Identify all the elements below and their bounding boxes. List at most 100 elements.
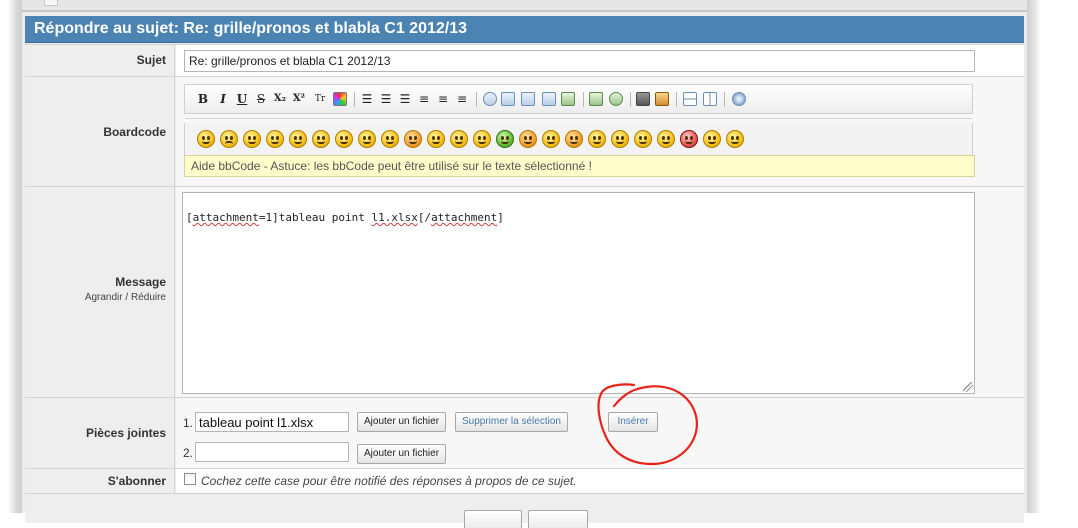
message-label-cell: Message Agrandir / Réduire [25, 187, 175, 397]
smiley-eek-icon[interactable] [611, 130, 629, 148]
align-center-icon[interactable]: ≡ [436, 91, 450, 107]
smiley-surprised-icon[interactable] [404, 130, 422, 148]
smiley-angry-icon[interactable] [358, 130, 376, 148]
align-right-icon[interactable]: ≡ [455, 91, 469, 107]
message-text-part: l1.xlsx [371, 211, 418, 224]
message-text-part: [ [186, 211, 193, 224]
toolbar-separator [630, 92, 631, 107]
bold-button[interactable]: B [197, 91, 209, 107]
message-text-part: =1]tableau point [258, 211, 372, 224]
subject-cell [176, 45, 1024, 76]
image-icon[interactable] [542, 92, 556, 106]
subscribe-label: S'abonner [107, 474, 166, 488]
align-left-icon[interactable]: ≡ [417, 91, 431, 107]
hyperlink-icon[interactable] [589, 92, 603, 106]
bbcode-help: Aide bbCode - Astuce: les bbCode peut êt… [184, 155, 975, 177]
smiley-rolleyes-icon[interactable] [450, 130, 468, 148]
shrink-link[interactable]: Réduire [131, 292, 166, 303]
attachment-index: 1. [183, 416, 194, 430]
color-icon[interactable] [333, 92, 347, 106]
smiley-happy-icon[interactable] [289, 130, 307, 148]
message-textarea[interactable]: [attachment=1]tableau point l1.xlsx[/att… [182, 192, 975, 394]
smiley-hmm-icon[interactable] [634, 130, 652, 148]
reply-form: Répondre au sujet: Re: grille/pronos et … [22, 0, 1027, 528]
list-icon[interactable]: ☰ [398, 91, 412, 107]
top-strip [22, 0, 1027, 12]
flash-icon[interactable] [655, 92, 669, 106]
video-icon[interactable] [636, 92, 650, 106]
message-text-part: [/ [417, 211, 432, 224]
globe-icon[interactable] [609, 92, 623, 106]
toolbar-separator [676, 92, 677, 107]
boardcode-label: Boardcode [103, 125, 166, 139]
bbcode-toolbar: B I U S X₂ X² Tr ☰ ☰ ☰ ≡ ≡ ≡ [184, 84, 973, 119]
message-row: Message Agrandir / Réduire [attachment=1… [25, 186, 1024, 397]
smiley-dizzy-icon[interactable] [542, 130, 560, 148]
smiley-tongue-icon[interactable] [335, 130, 353, 148]
subscribe-label-cell: S'abonner [25, 469, 175, 493]
subject-label: Sujet [136, 53, 166, 67]
smiley-sad-icon[interactable] [220, 130, 238, 148]
smiley-blush-icon[interactable] [565, 130, 583, 148]
remove-selection-button[interactable]: Supprimer la sélection [455, 412, 568, 432]
resize-handle-icon[interactable] [963, 382, 973, 392]
quote-icon[interactable] [483, 92, 497, 106]
help-icon[interactable] [732, 92, 746, 106]
smiley-devil-icon[interactable] [680, 130, 698, 148]
list-number-icon[interactable]: ☰ [379, 91, 393, 107]
annotation-stroke [597, 383, 698, 466]
message-text-part: ] [497, 211, 504, 224]
smiley-laugh-icon[interactable] [473, 130, 491, 148]
smiley-wink-icon[interactable] [312, 130, 330, 148]
message-text-part: attachment [431, 211, 498, 224]
smiley-grin-icon[interactable] [266, 130, 284, 148]
code-icon[interactable] [501, 92, 515, 106]
table-icon[interactable] [521, 92, 535, 106]
attachments-label-cell: Pièces jointes [25, 398, 175, 468]
form-title: Répondre au sujet: Re: grille/pronos et … [25, 16, 1024, 43]
smiley-mad-icon[interactable] [726, 130, 744, 148]
annotation-circle-icon [597, 383, 698, 466]
smiley-sick-icon[interactable] [496, 130, 514, 148]
superscript-button[interactable]: X² [292, 91, 306, 107]
smiley-smile-icon[interactable] [243, 130, 261, 148]
smiley-neutral-icon[interactable] [427, 130, 445, 148]
top-knob [44, 0, 58, 6]
message-label: Message [115, 275, 166, 289]
user-icon[interactable] [561, 92, 575, 106]
strike-button[interactable]: S [255, 91, 267, 107]
smiley-cool-icon[interactable] [197, 130, 215, 148]
grow-link[interactable]: Agrandir [85, 292, 123, 303]
message-text-part: attachment [192, 211, 259, 224]
subscribe-checkbox[interactable] [184, 473, 196, 485]
smiley-cry-icon[interactable] [657, 130, 675, 148]
toolbar-separator [354, 92, 355, 107]
message-cell: [attachment=1]tableau point l1.xlsx[/att… [176, 187, 1024, 397]
subscribe-cell: Cochez cette case pour être notifié des … [176, 469, 1024, 493]
smiley-embarrassed-icon[interactable] [519, 130, 537, 148]
smiley-bar [184, 123, 973, 155]
submit-row [25, 493, 1024, 528]
underline-button[interactable]: U [236, 91, 248, 107]
layout-split-v-icon[interactable] [703, 92, 717, 106]
smiley-shocked-icon[interactable] [588, 130, 606, 148]
page-shadow-left [8, 0, 22, 513]
toolbar-separator [583, 92, 584, 107]
attachment-index: 2. [183, 446, 194, 460]
subject-row: Sujet [25, 44, 1024, 76]
subject-input[interactable] [184, 50, 975, 72]
smiley-evil-icon[interactable] [703, 130, 721, 148]
add-file-button[interactable]: Ajouter un fichier [357, 412, 447, 432]
boardcode-label-cell: Boardcode [25, 77, 175, 186]
list-bullet-icon[interactable]: ☰ [360, 91, 374, 107]
attachment-file-input[interactable] [195, 412, 349, 432]
smiley-confused-icon[interactable] [381, 130, 399, 148]
font-button[interactable]: Tr [313, 91, 327, 107]
add-file-button[interactable]: Ajouter un fichier [357, 444, 447, 464]
italic-button[interactable]: I [217, 91, 229, 107]
subscript-button[interactable]: X₂ [273, 91, 287, 107]
toolbar-divider [185, 118, 972, 119]
layout-split-h-icon[interactable] [683, 92, 697, 106]
attachment-file-input[interactable] [195, 442, 349, 462]
subscribe-row: S'abonner Cochez cette case pour être no… [25, 468, 1024, 493]
